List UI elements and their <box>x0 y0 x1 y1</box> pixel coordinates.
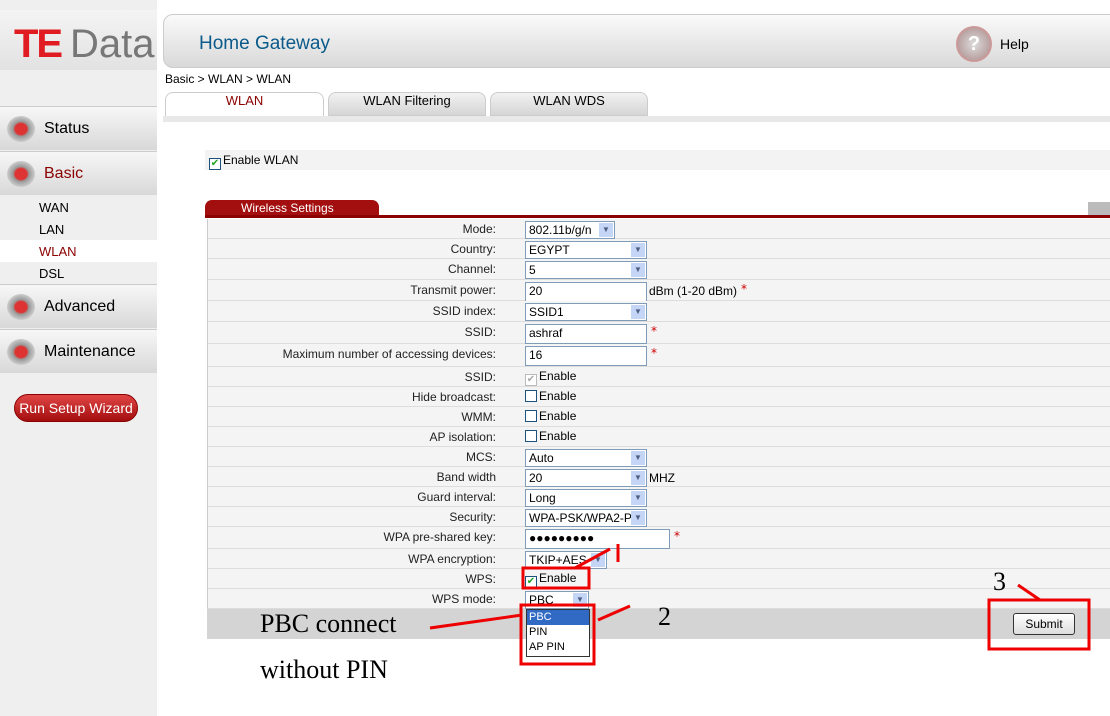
annotation-arrow-2 <box>597 604 631 622</box>
annotation-note-1: PBC connect <box>260 609 397 638</box>
annotation-box-submit <box>987 598 1091 651</box>
annotation-box-wps <box>521 566 591 590</box>
annotation-step-3: 3 <box>993 567 1006 596</box>
annotation-note-2: without PIN <box>260 655 388 684</box>
annotation-overlay: PBC connect without PIN 2 3 <box>260 544 1091 684</box>
annotation-line-note <box>429 613 523 630</box>
annotation-step-2: 2 <box>658 602 671 631</box>
annotation-box-dropdown <box>519 603 596 666</box>
annotation-arrow-1 <box>574 547 611 570</box>
annotation-arrow-3 <box>1017 583 1041 602</box>
